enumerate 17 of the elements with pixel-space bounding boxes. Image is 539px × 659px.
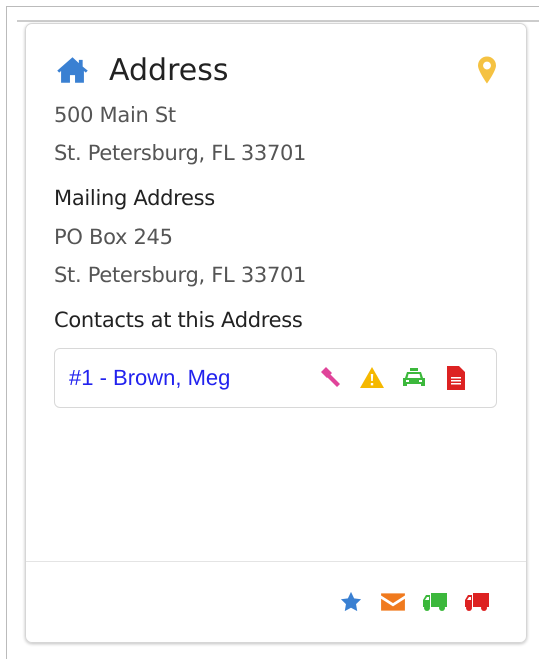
warning-icon[interactable] (360, 366, 384, 390)
card-title: Address (109, 52, 230, 88)
section-heading: Mailing Address (54, 185, 216, 212)
section-heading: Contacts at this Address (54, 307, 304, 334)
envelope-icon[interactable] (380, 591, 406, 613)
contact-item[interactable]: #1 - Brown, Meg (54, 348, 497, 408)
home-icon (56, 56, 89, 84)
star-icon[interactable] (338, 591, 364, 613)
address-line: 500 Main St (54, 102, 177, 129)
address-line: St. Petersburg, FL 33701 (54, 140, 308, 167)
address-line: St. Petersburg, FL 33701 (54, 262, 308, 289)
map-pin-icon[interactable] (478, 56, 496, 84)
truck-icon[interactable] (464, 591, 490, 613)
document-icon[interactable] (444, 366, 468, 390)
address-line: PO Box 245 (54, 224, 174, 251)
truck-icon[interactable] (422, 591, 448, 613)
contact-link[interactable]: #1 - Brown, Meg (69, 365, 318, 391)
